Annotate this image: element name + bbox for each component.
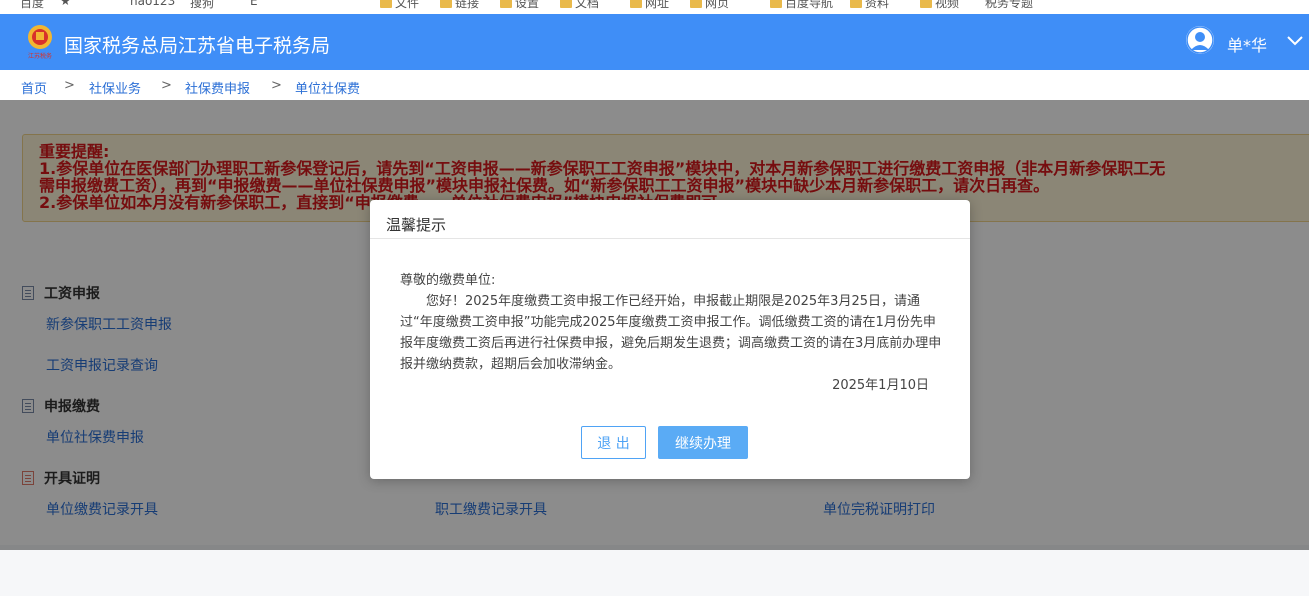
folder-icon bbox=[920, 0, 932, 8]
svg-text:江苏税务: 江苏税务 bbox=[28, 52, 52, 60]
continue-button[interactable]: 继续办理 bbox=[658, 426, 748, 459]
folder-icon bbox=[440, 0, 452, 8]
bookmark-item[interactable]: E bbox=[250, 0, 258, 8]
site-title: 国家税务总局江苏省电子税务局 bbox=[64, 35, 331, 57]
breadcrumb-fee-declaration[interactable]: 社保费申报 bbox=[185, 78, 250, 97]
folder-icon bbox=[560, 0, 572, 8]
bookmark-item[interactable]: 税务专题 bbox=[985, 0, 1033, 11]
bookmark-item[interactable]: 搜狗 bbox=[190, 0, 214, 11]
bookmark-folder[interactable]: 网址 bbox=[630, 0, 669, 11]
breadcrumb: 首页 > 社保业务 > 社保费申报 > 单位社保费 bbox=[0, 70, 1309, 100]
bookmark-item[interactable]: 百度 bbox=[20, 0, 44, 11]
breadcrumb-separator: > bbox=[64, 78, 75, 93]
site-header: 江苏税务 国家税务总局江苏省电子税务局 单*华 bbox=[0, 14, 1309, 70]
breadcrumb-separator: > bbox=[271, 78, 282, 93]
folder-icon bbox=[630, 0, 642, 8]
dialog-greeting: 尊敬的缴费单位: bbox=[400, 273, 496, 288]
bookmark-item[interactable]: hao123 bbox=[130, 0, 175, 8]
breadcrumb-separator: > bbox=[161, 78, 172, 93]
bookmark-folder[interactable]: 设置 bbox=[500, 0, 539, 11]
page-footer bbox=[0, 550, 1309, 596]
breadcrumb-home[interactable]: 首页 bbox=[21, 78, 47, 97]
bookmark-folder[interactable]: 视频 bbox=[920, 0, 959, 11]
user-avatar-icon[interactable] bbox=[1186, 26, 1214, 54]
dialog-date: 2025年1月10日 bbox=[832, 378, 929, 393]
bookmark-star-icon[interactable]: ★ bbox=[60, 0, 71, 8]
folder-icon bbox=[850, 0, 862, 8]
folder-icon bbox=[380, 0, 392, 8]
username[interactable]: 单*华 bbox=[1227, 32, 1267, 56]
exit-button[interactable]: 退 出 bbox=[581, 426, 646, 459]
bookmark-folder[interactable]: 网页 bbox=[690, 0, 729, 11]
chevron-down-icon[interactable] bbox=[1286, 33, 1304, 47]
breadcrumb-social-insurance[interactable]: 社保业务 bbox=[89, 78, 141, 97]
tax-bureau-logo: 江苏税务 bbox=[28, 25, 52, 60]
bookmark-folder[interactable]: 文件 bbox=[380, 0, 419, 11]
folder-icon bbox=[500, 0, 512, 8]
bookmark-folder[interactable]: 链接 bbox=[440, 0, 479, 11]
bookmark-folder[interactable]: 资料 bbox=[850, 0, 889, 11]
breadcrumb-unit-fee[interactable]: 单位社保费 bbox=[295, 78, 360, 97]
bookmark-folder[interactable]: 百度导航 bbox=[770, 0, 833, 11]
bookmark-bar: 百度 ★ hao123 搜狗 E 文件 链接 设置 文档 网址 网页 百度导航 … bbox=[0, 0, 1309, 15]
folder-icon bbox=[690, 0, 702, 8]
reminder-dialog: 温馨提示 尊敬的缴费单位: 您好！2025年度缴费工资申报工作已经开始，申报截止… bbox=[370, 200, 970, 479]
dialog-message: 您好！2025年度缴费工资申报工作已经开始，申报截止期限是2025年3月25日，… bbox=[400, 294, 942, 372]
folder-icon bbox=[770, 0, 782, 8]
dialog-body: 尊敬的缴费单位: 您好！2025年度缴费工资申报工作已经开始，申报截止期限是20… bbox=[400, 270, 945, 396]
bookmark-folder[interactable]: 文档 bbox=[560, 0, 599, 11]
dialog-title: 温馨提示 bbox=[370, 200, 970, 239]
